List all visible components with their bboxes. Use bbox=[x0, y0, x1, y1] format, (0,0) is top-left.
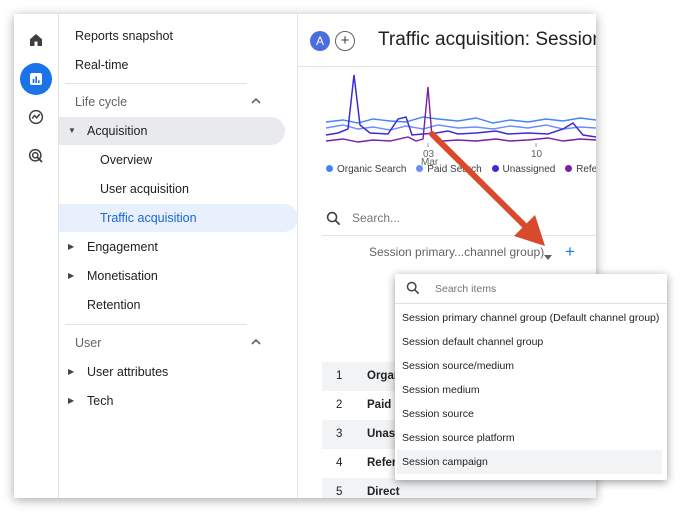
report-header: A + Traffic acquisition: Session primary… bbox=[298, 14, 596, 67]
section-life-cycle[interactable]: Life cycle bbox=[59, 88, 273, 116]
section-user[interactable]: User bbox=[59, 329, 273, 357]
advertising-icon[interactable] bbox=[20, 140, 52, 172]
sidebar-divider bbox=[65, 83, 247, 84]
legend-item-unassigned[interactable]: Unassigned bbox=[491, 164, 555, 175]
table-row[interactable]: 5 Direct bbox=[322, 478, 596, 498]
table-search bbox=[322, 203, 596, 236]
add-dimension-button[interactable]: + bbox=[565, 242, 575, 262]
sidebar-item-engagement[interactable]: ▶ Engagement bbox=[59, 233, 285, 261]
chart-legend: Organic Search Paid Search Unassigned Re… bbox=[326, 164, 596, 175]
legend-item-referral[interactable]: Referral bbox=[565, 164, 596, 175]
legend-item-organic-search[interactable]: Organic Search bbox=[326, 164, 406, 175]
dimension-picker-popup: Session primary channel group (Default c… bbox=[395, 274, 667, 480]
sidebar-item-traffic-acquisition[interactable]: Traffic acquisition bbox=[59, 204, 298, 232]
x-tick-label: 10 bbox=[531, 149, 543, 160]
sidebar-item-overview[interactable]: Overview bbox=[59, 146, 298, 174]
comparison-avatar[interactable]: A bbox=[310, 31, 330, 51]
dimension-option-highlighted[interactable]: Session campaign bbox=[397, 450, 662, 474]
sidebar-divider bbox=[65, 324, 247, 325]
chevron-up-icon bbox=[251, 88, 261, 116]
sidebar-item-acquisition[interactable]: ▼ Acquisition bbox=[59, 117, 285, 145]
caret-right-icon: ▶ bbox=[68, 242, 75, 251]
sidebar-item-user-attributes[interactable]: ▶ User attributes bbox=[59, 358, 285, 386]
sidebar-item-monetisation[interactable]: ▶ Monetisation bbox=[59, 262, 285, 290]
legend-dot bbox=[565, 165, 573, 172]
caret-right-icon: ▶ bbox=[68, 271, 75, 280]
sidebar-item-user-acquisition[interactable]: User acquisition bbox=[59, 175, 298, 203]
add-comparison-button[interactable]: + bbox=[335, 31, 355, 51]
dimension-option[interactable]: Session primary channel group (Default c… bbox=[397, 306, 662, 330]
caret-right-icon: ▶ bbox=[68, 367, 75, 376]
explore-icon[interactable] bbox=[20, 101, 52, 133]
series-line-organic bbox=[325, 116, 596, 124]
dimension-selector-row: Session primary...channel group) + bbox=[322, 242, 596, 268]
reports-icon[interactable] bbox=[20, 63, 52, 95]
sidebar-item-real-time[interactable]: Real-time bbox=[59, 51, 273, 79]
legend-dot bbox=[416, 165, 424, 172]
legend-item-paid-search[interactable]: Paid Search bbox=[416, 164, 482, 175]
search-input[interactable] bbox=[350, 210, 554, 226]
legend-dot bbox=[326, 165, 333, 172]
caret-down-icon[interactable] bbox=[544, 248, 552, 266]
dimension-option[interactable]: Session source platform bbox=[397, 426, 662, 450]
sidebar-item-retention[interactable]: Retention bbox=[59, 291, 285, 319]
sidebar: Reports snapshot Real-time Life cycle ▼ … bbox=[59, 14, 298, 498]
nav-rail bbox=[14, 14, 59, 498]
caret-right-icon: ▶ bbox=[68, 396, 75, 405]
dimension-option[interactable]: Session default channel group bbox=[397, 330, 662, 354]
sidebar-item-reports-snapshot[interactable]: Reports snapshot bbox=[59, 22, 273, 50]
page-title: Traffic acquisition: Session primary cha… bbox=[378, 29, 596, 50]
sidebar-item-tech[interactable]: ▶ Tech bbox=[59, 387, 285, 415]
dimension-option[interactable]: Session medium bbox=[397, 378, 662, 402]
line-chart: 03 10 bbox=[325, 74, 596, 160]
popup-search-input[interactable] bbox=[433, 282, 637, 296]
caret-down-icon: ▼ bbox=[68, 126, 76, 135]
chevron-up-icon bbox=[251, 329, 261, 357]
dimension-dropdown[interactable]: Session primary...channel group) bbox=[369, 245, 544, 259]
search-icon bbox=[326, 211, 341, 231]
search-icon bbox=[406, 281, 420, 300]
home-icon[interactable] bbox=[20, 24, 52, 56]
legend-dot bbox=[491, 165, 499, 172]
popup-search bbox=[395, 274, 667, 304]
dimension-option[interactable]: Session source bbox=[397, 402, 662, 426]
dimension-option[interactable]: Session source/medium bbox=[397, 354, 662, 378]
